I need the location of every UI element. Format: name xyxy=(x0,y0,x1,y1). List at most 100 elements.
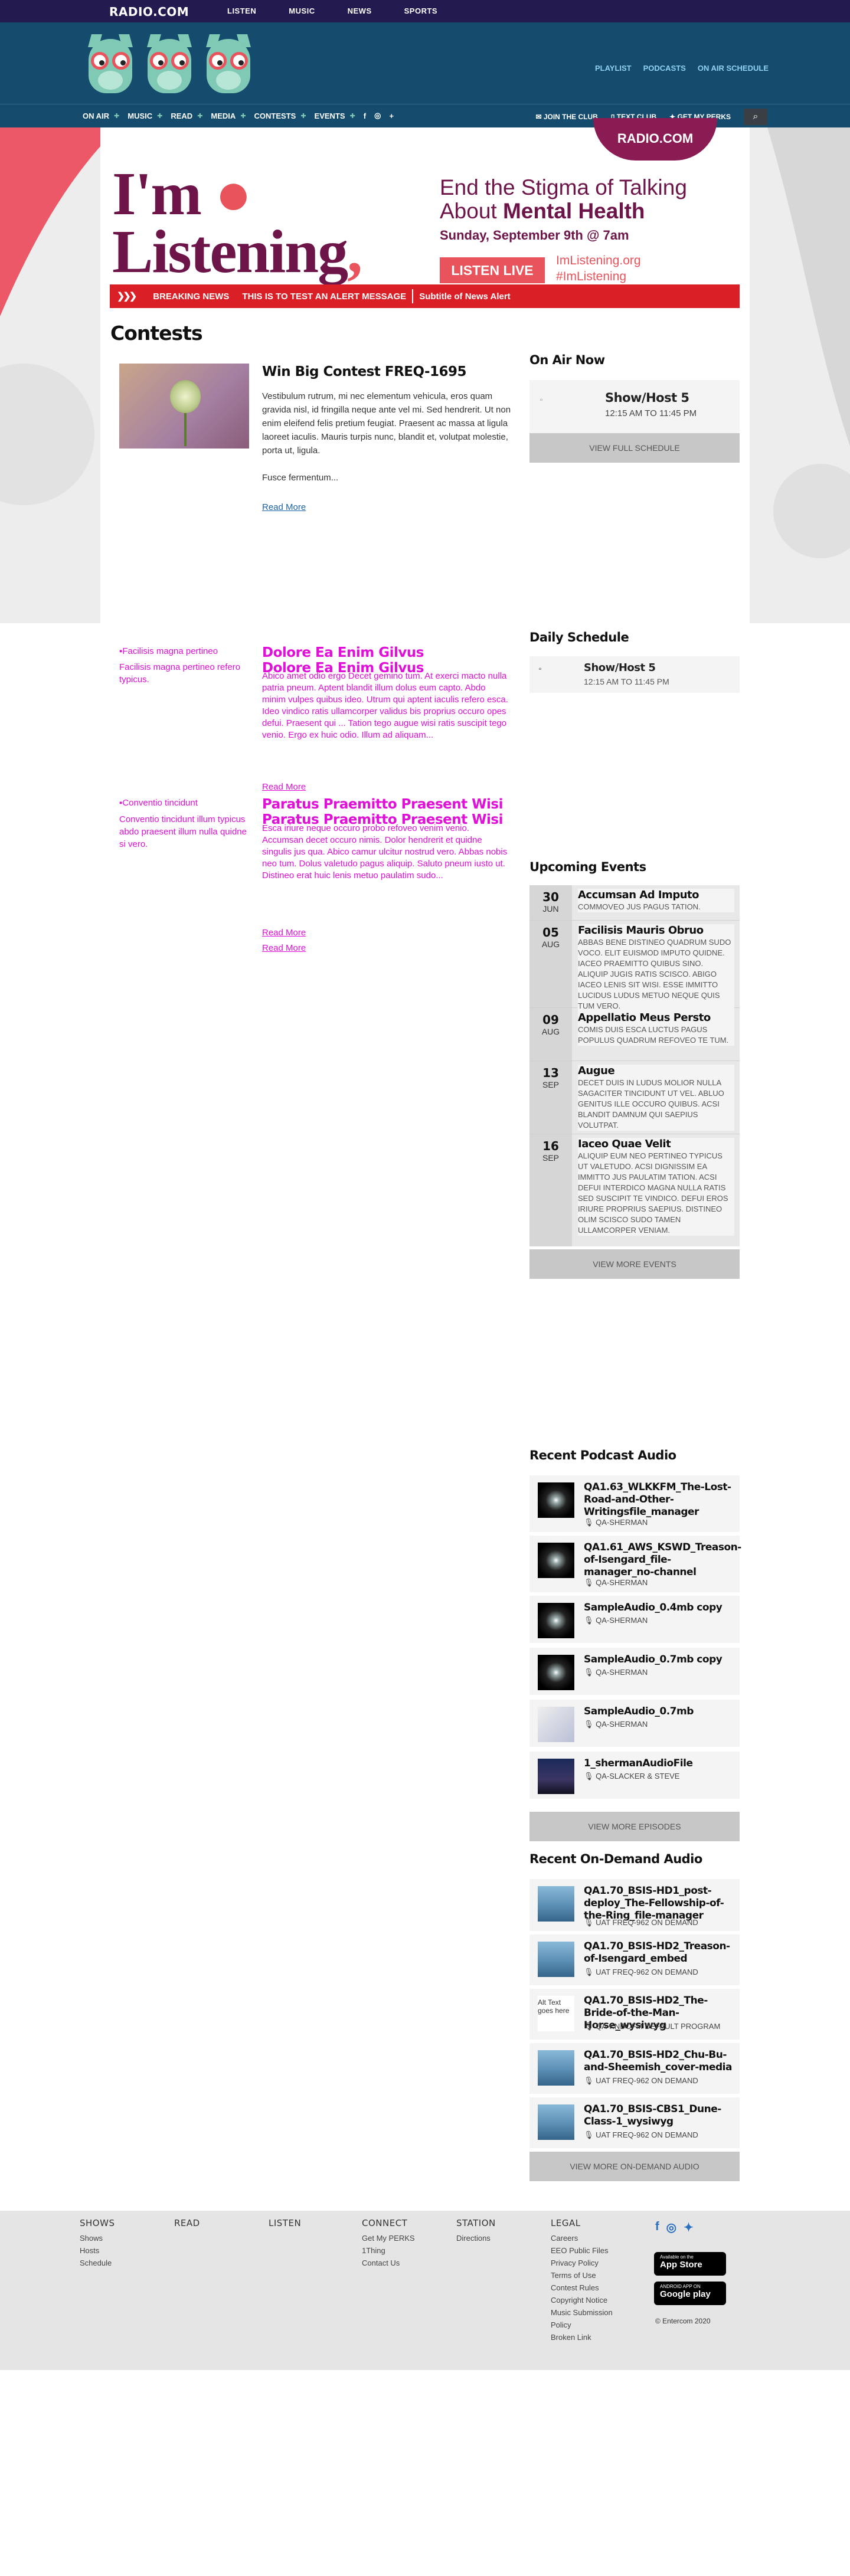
join-the-club-link[interactable]: ✉ JOIN THE CLUB xyxy=(535,113,597,121)
plus-icon[interactable]: ✚ xyxy=(300,112,306,120)
app-store-button[interactable]: Available on the App Store xyxy=(654,2252,726,2276)
footer-link[interactable]: Terms of Use xyxy=(551,2269,633,2282)
breaking-news-bar[interactable]: ❯❯❯ BREAKING NEWS THIS IS TO TEST AN ALE… xyxy=(110,284,740,308)
podcast-title[interactable]: SampleAudio_0.7mb xyxy=(584,1706,734,1718)
podcast-title[interactable]: QA1.63_WLKKFM_The-Lost-Road-and-Other-Wr… xyxy=(584,1481,734,1518)
footer-link[interactable]: Privacy Policy xyxy=(551,2257,633,2269)
on-demand-title[interactable]: QA1.70_BSIS-HD2_Chu-Bu-and-Sheemish_cove… xyxy=(584,2049,734,2074)
podcast-item[interactable]: 1_shermanAudioFile 🎙 QA-SLACKER & STEVE xyxy=(529,1752,740,1799)
on-demand-thumbnail[interactable] xyxy=(538,1886,574,1922)
footer-heading[interactable]: READ xyxy=(174,2218,200,2228)
podcast-thumbnail[interactable] xyxy=(538,1655,574,1690)
event-item[interactable]: 13 SEP Augue DECET DUIS IN LUDUS MOLIOR NUL… xyxy=(529,1061,740,1134)
on-air-schedule-link[interactable]: ON AIR SCHEDULE xyxy=(698,64,769,73)
on-demand-item[interactable]: QA1.70_BSIS-HD1_post-deploy_The-Fellowsh… xyxy=(529,1879,740,1931)
view-more-events-button[interactable]: VIEW MORE EVENTS xyxy=(529,1249,740,1279)
view-more-on-demand-button[interactable]: VIEW MORE ON-DEMAND AUDIO xyxy=(529,2152,740,2181)
footer-heading[interactable]: STATION xyxy=(456,2218,496,2228)
contest-title[interactable]: Paratus Praemitto Praesent Wisi xyxy=(262,797,503,812)
nav-music[interactable]: MUSIC xyxy=(128,112,152,120)
contest-title[interactable]: Dolore Ea Enim Gilvus xyxy=(262,645,424,660)
footer-heading[interactable]: LISTEN xyxy=(269,2218,301,2228)
footer-heading[interactable]: LEGAL xyxy=(551,2218,633,2228)
top-nav-sports[interactable]: SPORTS xyxy=(404,6,437,15)
footer-link[interactable]: Contact Us xyxy=(362,2257,415,2269)
event-title[interactable]: Iaceo Quae Velit xyxy=(578,1138,734,1151)
plus-icon[interactable]: ✚ xyxy=(114,112,119,120)
station-logo[interactable] xyxy=(85,34,254,96)
event-title[interactable]: Facilisis Mauris Obruo xyxy=(578,924,734,937)
nav-events[interactable]: EVENTS xyxy=(315,112,345,120)
top-nav-listen[interactable]: LISTEN xyxy=(227,6,256,15)
top-nav-music[interactable]: MUSIC xyxy=(289,6,315,15)
read-more-link[interactable]: Read More xyxy=(262,781,306,793)
podcast-thumbnail[interactable] xyxy=(538,1543,574,1578)
nav-contests[interactable]: CONTESTS xyxy=(254,112,296,120)
on-demand-title[interactable]: QA1.70_BSIS-HD1_post-deploy_The-Fellowsh… xyxy=(584,1885,734,1922)
podcast-thumbnail[interactable] xyxy=(538,1482,574,1518)
footer-link[interactable]: Careers xyxy=(551,2232,633,2244)
podcast-item[interactable]: QA1.61_AWS_KSWD_Treason-of-Isengard_file… xyxy=(529,1536,741,1592)
footer-link[interactable]: Broken Link xyxy=(551,2331,633,2343)
twitter-icon[interactable]: ✦ xyxy=(684,2220,694,2235)
plus-icon[interactable]: ✚ xyxy=(197,112,202,120)
podcast-title[interactable]: QA1.61_AWS_KSWD_Treason-of-Isengard_file… xyxy=(584,1541,741,1579)
footer-link[interactable]: Music Submission Policy xyxy=(551,2306,633,2331)
listen-live-button[interactable]: LISTEN LIVE xyxy=(440,257,545,283)
on-demand-title[interactable]: QA1.70_BSIS-HD2_Treason-of-Isengard_embe… xyxy=(584,1940,734,1965)
on-demand-item[interactable]: QA1.70_BSIS-HD2_Treason-of-Isengard_embe… xyxy=(529,1935,740,1985)
footer-link[interactable]: Copyright Notice xyxy=(551,2294,633,2306)
podcast-title[interactable]: SampleAudio_0.4mb copy xyxy=(584,1602,734,1614)
event-title[interactable]: Appellatio Meus Persto xyxy=(578,1012,734,1024)
footer-link[interactable]: EEO Public Files xyxy=(551,2244,633,2257)
footer-link[interactable]: Directions xyxy=(456,2232,496,2244)
im-listening-banner[interactable]: I'm ● Listening, End the Stigma of Talkin… xyxy=(112,163,738,283)
view-more-episodes-button[interactable]: VIEW MORE EPISODES xyxy=(529,1812,740,1841)
read-more-link[interactable]: Read More xyxy=(262,502,306,512)
read-more-link[interactable]: Read More xyxy=(262,927,306,939)
footer-link[interactable]: Hosts xyxy=(80,2244,115,2257)
radio-com-logo[interactable]: RADIO.COM xyxy=(109,5,189,19)
event-item[interactable]: 30 JUN Accumsan Ad Imputo COMMOVEO JUS PAGU… xyxy=(529,885,740,921)
on-demand-thumbnail[interactable]: Alt Text goes here xyxy=(538,1996,574,2031)
contest-image[interactable] xyxy=(119,364,249,449)
event-item[interactable]: 16 SEP Iaceo Quae Velit ALIQUIP EUM NEO PER… xyxy=(529,1134,740,1246)
plus-icon[interactable]: ✚ xyxy=(157,112,162,120)
on-demand-thumbnail[interactable] xyxy=(538,1942,574,1977)
facebook-icon[interactable]: f xyxy=(655,2220,659,2235)
schedule-show[interactable]: Show/Host 5 xyxy=(584,662,656,674)
contest-title[interactable]: Win Big Contest FREQ-1695 xyxy=(262,364,467,379)
on-demand-thumbnail[interactable] xyxy=(538,2104,574,2140)
event-title[interactable]: Accumsan Ad Imputo xyxy=(578,889,734,902)
podcast-thumbnail[interactable] xyxy=(538,1759,574,1794)
podcast-thumbnail[interactable] xyxy=(538,1603,574,1638)
podcast-item[interactable]: SampleAudio_0.4mb copy 🎙 QA-SHERMAN xyxy=(529,1596,740,1643)
podcasts-link[interactable]: PODCASTS xyxy=(643,64,686,73)
nav-on-air[interactable]: ON AIR xyxy=(83,112,109,120)
schedule-item[interactable]: ▫ Show/Host 5 12:15 AM TO 11:45 PM xyxy=(529,656,740,693)
on-demand-item[interactable]: QA1.70_BSIS-HD2_Chu-Bu-and-Sheemish_cove… xyxy=(529,2043,740,2094)
nav-media[interactable]: MEDIA xyxy=(211,112,236,120)
footer-heading[interactable]: CONNECT xyxy=(362,2218,415,2228)
on-demand-thumbnail[interactable] xyxy=(538,2050,574,2086)
event-item[interactable]: 05 AUG Facilisis Mauris Obruo ABBAS BENE DI… xyxy=(529,921,740,1012)
on-demand-title[interactable]: QA1.70_BSIS-CBS1_Dune-Class-1_wysiwyg xyxy=(584,2103,734,2128)
footer-link[interactable]: Contest Rules xyxy=(551,2282,633,2294)
top-nav-news[interactable]: NEWS xyxy=(348,6,372,15)
footer-link[interactable]: Schedule xyxy=(80,2257,115,2269)
footer-link[interactable]: Get My PERKS xyxy=(362,2232,415,2244)
instagram-icon[interactable]: ◎ xyxy=(374,111,381,120)
on-demand-item[interactable]: Alt Text goes here QA1.70_BSIS-HD2_The-Br… xyxy=(529,1989,740,2040)
podcast-item[interactable]: SampleAudio_0.7mb copy 🎙 QA-SHERMAN xyxy=(529,1648,740,1695)
view-full-schedule-button[interactable]: VIEW FULL SCHEDULE xyxy=(529,433,740,463)
read-more-link-duplicate[interactable]: Read More xyxy=(262,942,306,954)
more-social-icon[interactable]: + xyxy=(389,112,394,120)
event-item[interactable]: 09 AUG Appellatio Meus Persto COMIS DUIS ES… xyxy=(529,1008,740,1061)
podcast-thumbnail[interactable] xyxy=(538,1707,574,1742)
podcast-title[interactable]: SampleAudio_0.7mb copy xyxy=(584,1654,734,1666)
podcast-title[interactable]: 1_shermanAudioFile xyxy=(584,1757,734,1770)
facebook-icon[interactable]: f xyxy=(364,112,366,120)
google-play-button[interactable]: ANDROID APP ON Google play xyxy=(654,2282,726,2305)
on-demand-item[interactable]: QA1.70_BSIS-CBS1_Dune-Class-1_wysiwyg 🎙 U… xyxy=(529,2097,740,2148)
on-air-card[interactable]: ▫ Show/Host 5 12:15 AM TO 11:45 PM xyxy=(529,380,740,433)
